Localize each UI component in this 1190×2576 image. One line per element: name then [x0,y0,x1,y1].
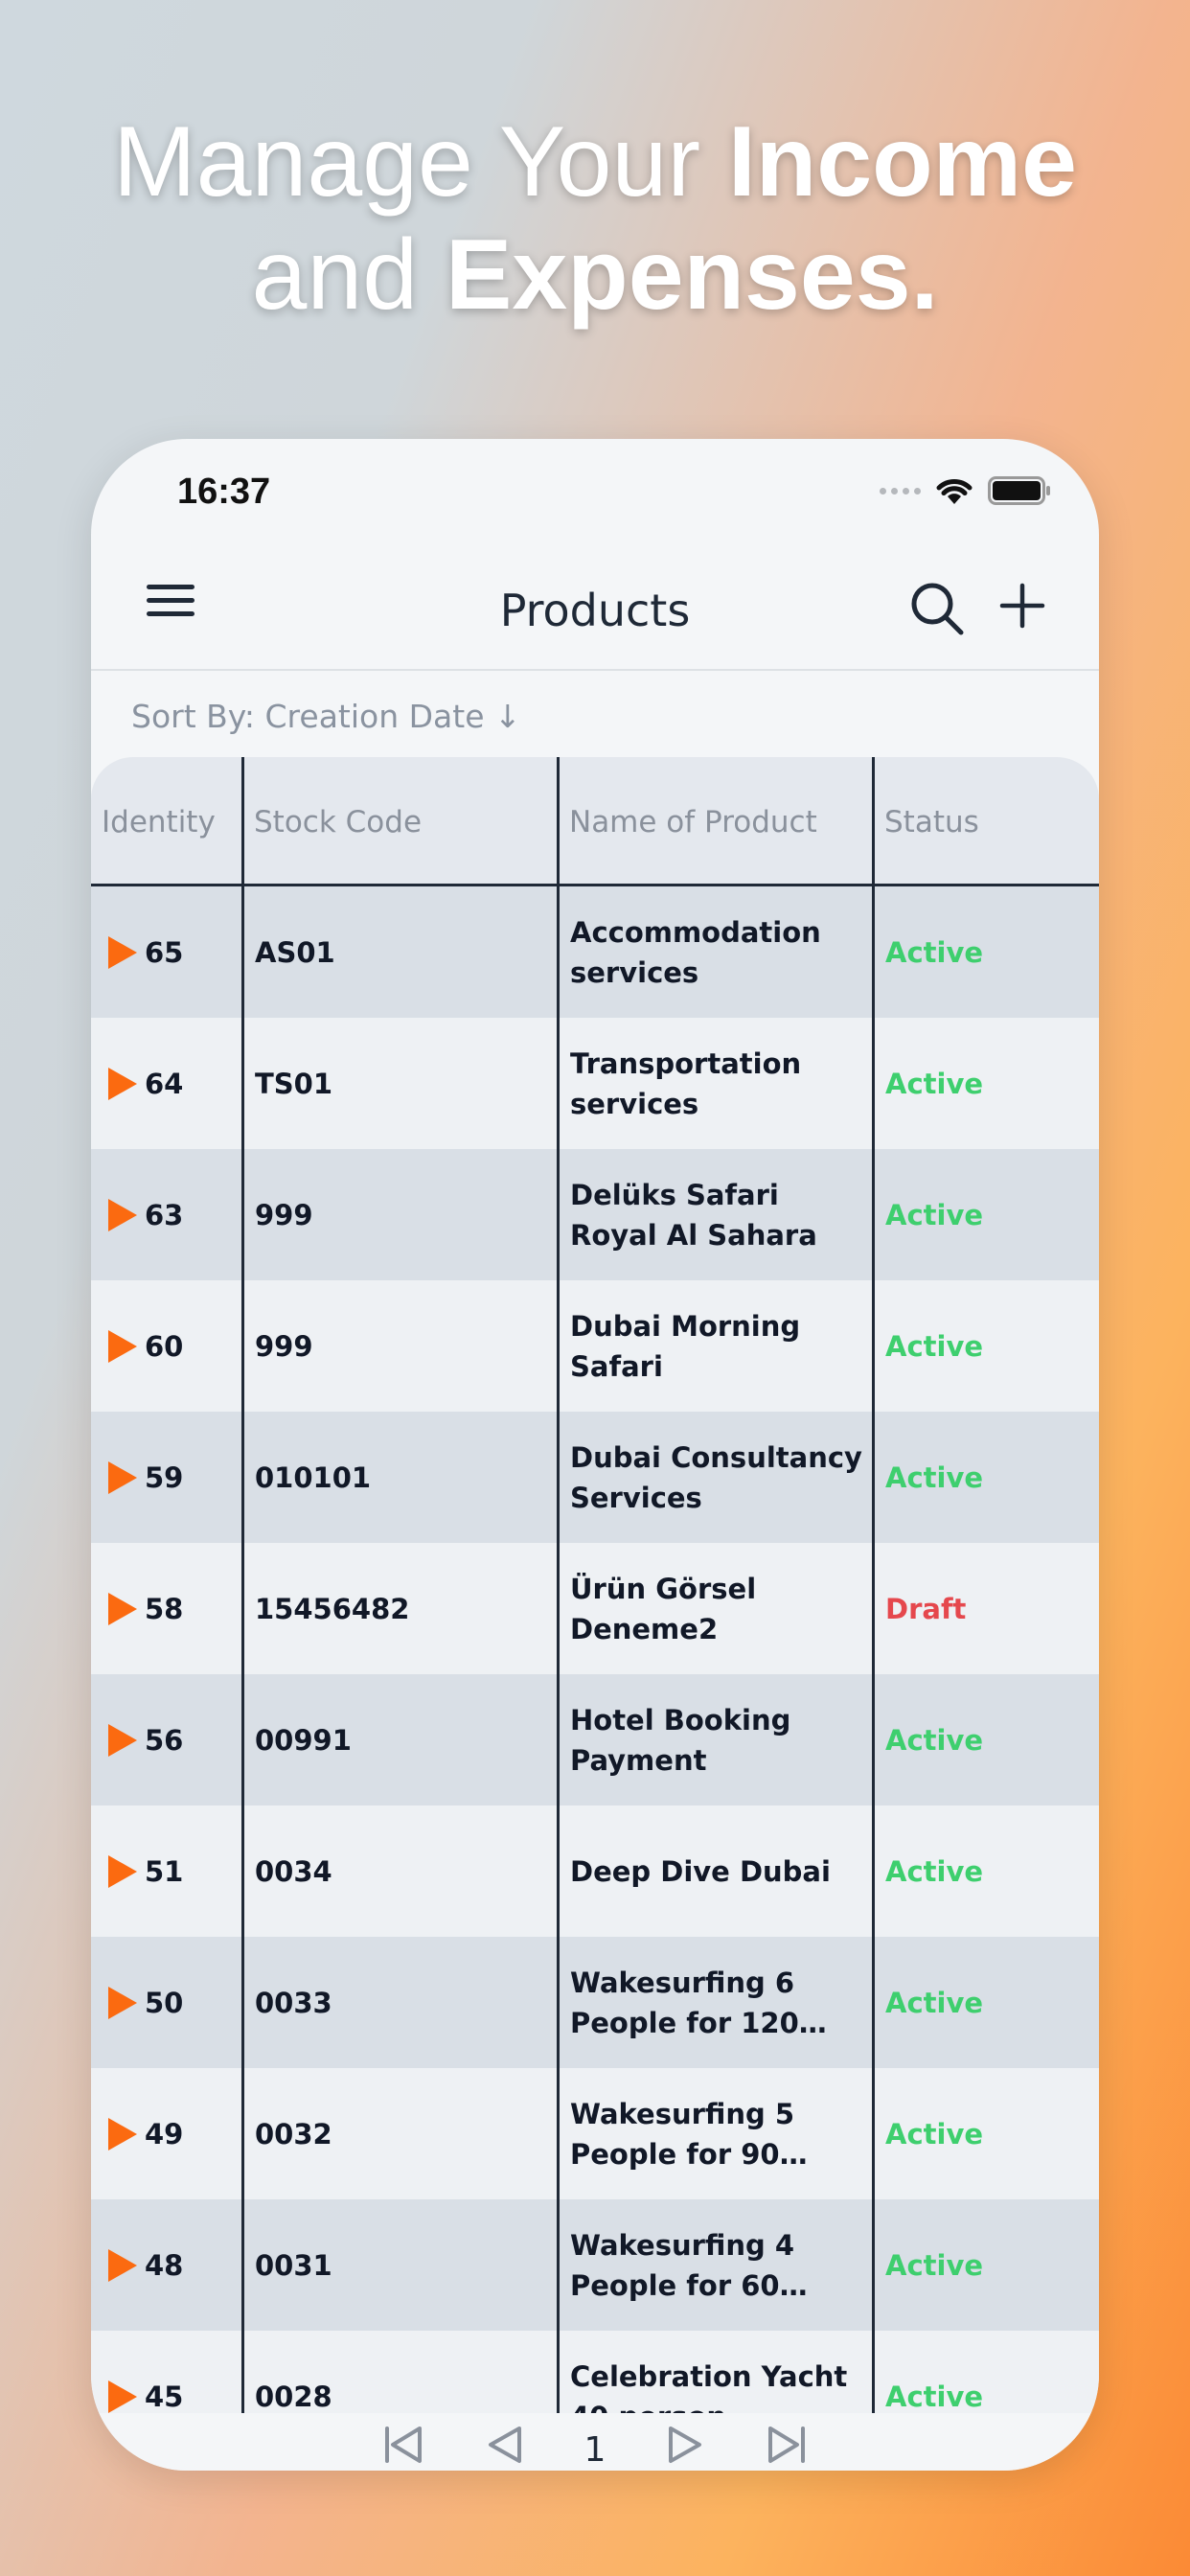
play-icon [108,2248,137,2282]
row-status: Active [885,1067,984,1100]
last-page-icon[interactable] [765,2423,809,2467]
headline-line-1-bold: Income [727,106,1077,218]
status-bar: 16:37 [91,439,1099,544]
play-icon [108,1329,137,1363]
row-stock-code: 010101 [255,1460,372,1494]
play-icon [108,1460,137,1494]
current-page[interactable]: 1 [584,2430,606,2470]
header-stock-code[interactable]: Stock Code [243,757,556,886]
play-icon [108,1067,137,1100]
row-product-name: Wakesurfing 5 People for 90 Minutes [570,2097,795,2171]
row-identity: 65 [145,935,184,969]
header-product-name[interactable]: Name of Product [559,757,871,886]
headline-line-1: Manage Your Income [0,105,1190,218]
row-identity: 56 [145,1723,184,1757]
products-table: Identity Stock Code Name of Product Stat… [91,757,1099,2413]
play-icon [108,2117,137,2150]
header-identity[interactable]: Identity [91,757,241,886]
row-stock-code: 0032 [255,2117,332,2150]
row-stock-code: 15456482 [255,1592,410,1625]
play-icon [108,1986,137,2019]
row-product-name: Wakesurfing 4 People for 60 Minutes [570,2228,795,2302]
play-icon [108,1592,137,1625]
row-stock-code: 999 [255,1329,313,1363]
row-identity: 45 [145,2380,184,2413]
row-status: Active [885,2380,984,2413]
headline-line-1-normal: Manage Your [113,106,728,218]
row-product-name: Dubai Morning Safari [570,1309,801,1383]
row-status: Active [885,1723,984,1757]
column-divider [241,757,244,2413]
battery-icon [988,476,1050,505]
play-icon [108,935,137,969]
headline-line-2-normal: and [251,219,446,331]
row-status: Active [885,2117,984,2150]
row-identity: 58 [145,1592,184,1625]
row-status: Active [885,2248,984,2282]
row-identity: 60 [145,1329,184,1363]
headline: Manage Your Income and Expenses. [0,105,1190,332]
first-page-icon[interactable] [381,2423,425,2467]
header-status[interactable]: Status [874,757,1099,886]
row-stock-code: 0031 [255,2248,332,2282]
phone-frame: 16:37 Products Sort By: Creation Date ↓ … [91,439,1099,2471]
row-status: Active [885,1329,984,1363]
row-product-name: Delüks Safari Royal Al Sahara [570,1178,817,1252]
row-product-name: Accommodation services [570,915,821,989]
row-product-name: Ürün Görsel Deneme2 [570,1572,757,1645]
row-status: Active [885,1854,984,1888]
status-time: 16:37 [177,472,271,512]
row-identity: 63 [145,1198,184,1231]
headline-line-2: and Expenses. [0,218,1190,332]
row-product-name: Dubai Consultancy Services [570,1440,862,1514]
navigation-bar: Products [91,544,1099,671]
row-stock-code: 00991 [255,1723,352,1757]
row-stock-code: TS01 [255,1067,333,1100]
row-product-name: Celebration Yacht 40 person capacity [570,2359,848,2414]
row-stock-code: 0033 [255,1986,332,2019]
sort-by-button[interactable]: Sort By: Creation Date ↓ [131,698,521,735]
row-stock-code: 0028 [255,2380,332,2413]
row-status: Active [885,1460,984,1494]
row-product-name: Transportation services [570,1046,802,1120]
row-stock-code: 0034 [255,1854,332,1888]
row-identity: 48 [145,2248,184,2282]
row-status: Active [885,1986,984,2019]
row-product-name: Deep Dive Dubai [570,1854,831,1888]
search-icon[interactable] [909,581,965,636]
play-icon [108,1723,137,1757]
play-icon [108,1854,137,1888]
row-identity: 49 [145,2117,184,2150]
row-status: Active [885,1198,984,1231]
headline-line-2-bold: Expenses. [445,219,939,331]
play-icon [108,2380,137,2413]
plus-icon[interactable] [999,583,1045,629]
row-stock-code: AS01 [255,935,335,969]
pagination: 1 [91,2413,1099,2471]
row-status: Draft [885,1592,967,1625]
row-identity: 64 [145,1067,184,1100]
row-status: Active [885,935,984,969]
row-stock-code: 999 [255,1198,313,1231]
signal-icon [880,487,921,494]
wifi-icon [936,479,973,504]
row-identity: 59 [145,1460,184,1494]
play-icon [108,1198,137,1231]
column-divider [872,757,875,2413]
next-page-icon[interactable] [663,2423,707,2467]
row-identity: 51 [145,1854,184,1888]
status-icons [880,475,1051,506]
row-product-name: Wakesurfing 6 People for 120 Minutes [570,1966,799,2039]
column-divider [557,757,560,2413]
prev-page-icon[interactable] [483,2423,527,2467]
row-product-name: Hotel Booking Payment [570,1703,791,1777]
row-identity: 50 [145,1986,184,2019]
